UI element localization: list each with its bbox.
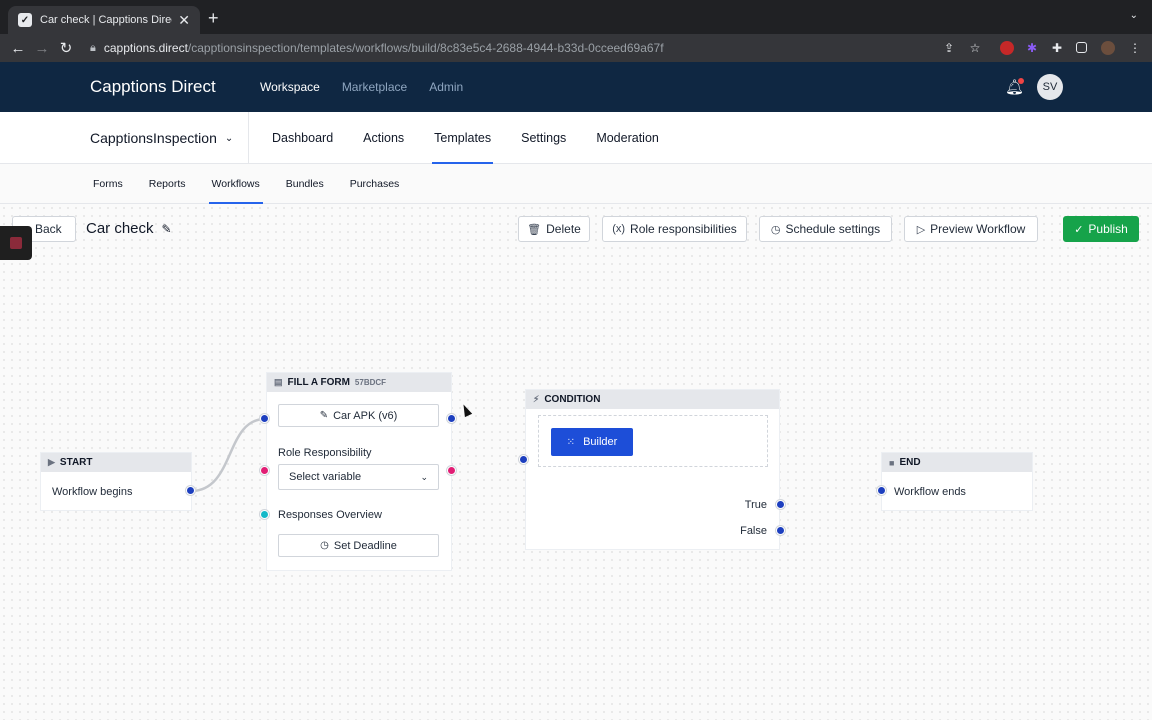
preview-workflow-button[interactable]: ▷ Preview Workflow (904, 216, 1038, 242)
fill-form-node[interactable]: ▤ FILL A FORM 57BDCF ✎ Car APK (v6) Role… (267, 373, 451, 570)
clock-icon: ◷ (320, 540, 329, 551)
select-value: Select variable (289, 471, 362, 483)
stop-icon: ■ (889, 457, 895, 468)
variable-icon: (x) (612, 223, 626, 235)
deadline-label: Set Deadline (333, 539, 397, 552)
chevron-down-icon: ⌄ (420, 471, 428, 482)
preview-label: Preview Workflow (930, 222, 1026, 236)
publish-label: Publish (1088, 222, 1128, 236)
output-port[interactable] (447, 414, 456, 423)
builder-button[interactable]: ⁙ Builder (551, 428, 633, 456)
false-port[interactable] (776, 526, 785, 535)
start-node[interactable]: ▶ START Workflow begins (41, 453, 191, 510)
edit-icon: ✎ (319, 410, 329, 421)
delete-label: Delete (546, 222, 581, 236)
check-circle-icon: ✓ (1074, 223, 1084, 236)
bolt-icon: ⚡︎ (533, 394, 540, 404)
node-header: ▶ START (41, 453, 191, 472)
output-port[interactable] (186, 486, 195, 495)
set-deadline-button[interactable]: ◷ Set Deadline (278, 534, 439, 557)
node-header: ▤ FILL A FORM 57BDCF (267, 373, 451, 392)
edit-pencil-icon[interactable]: ✎ (162, 222, 172, 236)
back-label: Back (34, 222, 62, 236)
roles-label: Role responsibilities (630, 222, 737, 236)
clock-icon: ◷ (770, 223, 781, 236)
publish-button[interactable]: ✓ Publish (1063, 216, 1139, 242)
responses-label: Responses Overview (278, 509, 382, 521)
node-title: CONDITION (544, 394, 601, 405)
role-output-port[interactable] (447, 466, 456, 475)
node-text: Workflow ends (894, 486, 966, 498)
stop-icon (10, 237, 22, 249)
form-select-button[interactable]: ✎ Car APK (v6) (278, 404, 439, 427)
node-text: Workflow begins (52, 486, 133, 498)
connection-wire (190, 417, 266, 493)
role-variable-select[interactable]: Select variable ⌄ (278, 464, 439, 490)
node-header: ■ END (882, 453, 1032, 472)
delete-button[interactable]: 🗑︎ Delete (518, 216, 590, 242)
schedule-settings-button[interactable]: ◷ Schedule settings (759, 216, 892, 242)
node-title: END (899, 457, 921, 468)
schedule-label: Schedule settings (785, 222, 881, 236)
responses-port[interactable] (260, 510, 269, 519)
input-port[interactable] (260, 414, 269, 423)
role-input-port[interactable] (260, 466, 269, 475)
node-header: ⚡︎ CONDITION (526, 390, 779, 409)
builder-icon: ⁙ (566, 436, 576, 448)
document-icon: ▤ (274, 377, 283, 387)
trash-icon: 🗑︎ (527, 223, 542, 236)
true-port[interactable] (776, 500, 785, 509)
builder-dropzone: ⁙ Builder (538, 415, 768, 467)
input-port[interactable] (877, 486, 886, 495)
role-responsibilities-button[interactable]: (x) Role responsibilities (602, 216, 747, 242)
false-label: False (740, 525, 767, 537)
true-label: True (744, 499, 767, 511)
role-label: Role Responsibility (278, 447, 372, 459)
builder-label: Builder (583, 436, 618, 448)
page-title: Car check ✎ (86, 220, 172, 237)
end-node[interactable]: ■ END Workflow ends (882, 453, 1032, 510)
form-button-label: Car APK (v6) (333, 409, 398, 422)
workflow-title: Car check (86, 220, 154, 237)
play-icon: ▶ (48, 457, 55, 467)
play-icon: ▷ (916, 223, 926, 236)
input-port[interactable] (519, 455, 528, 464)
node-title: START (59, 457, 93, 468)
recording-widget[interactable] (0, 226, 32, 260)
node-title: FILL A FORM (287, 377, 350, 388)
node-code: 57BDCF (354, 378, 387, 387)
condition-node[interactable]: ⚡︎ CONDITION ⁙ Builder True False (526, 390, 779, 549)
